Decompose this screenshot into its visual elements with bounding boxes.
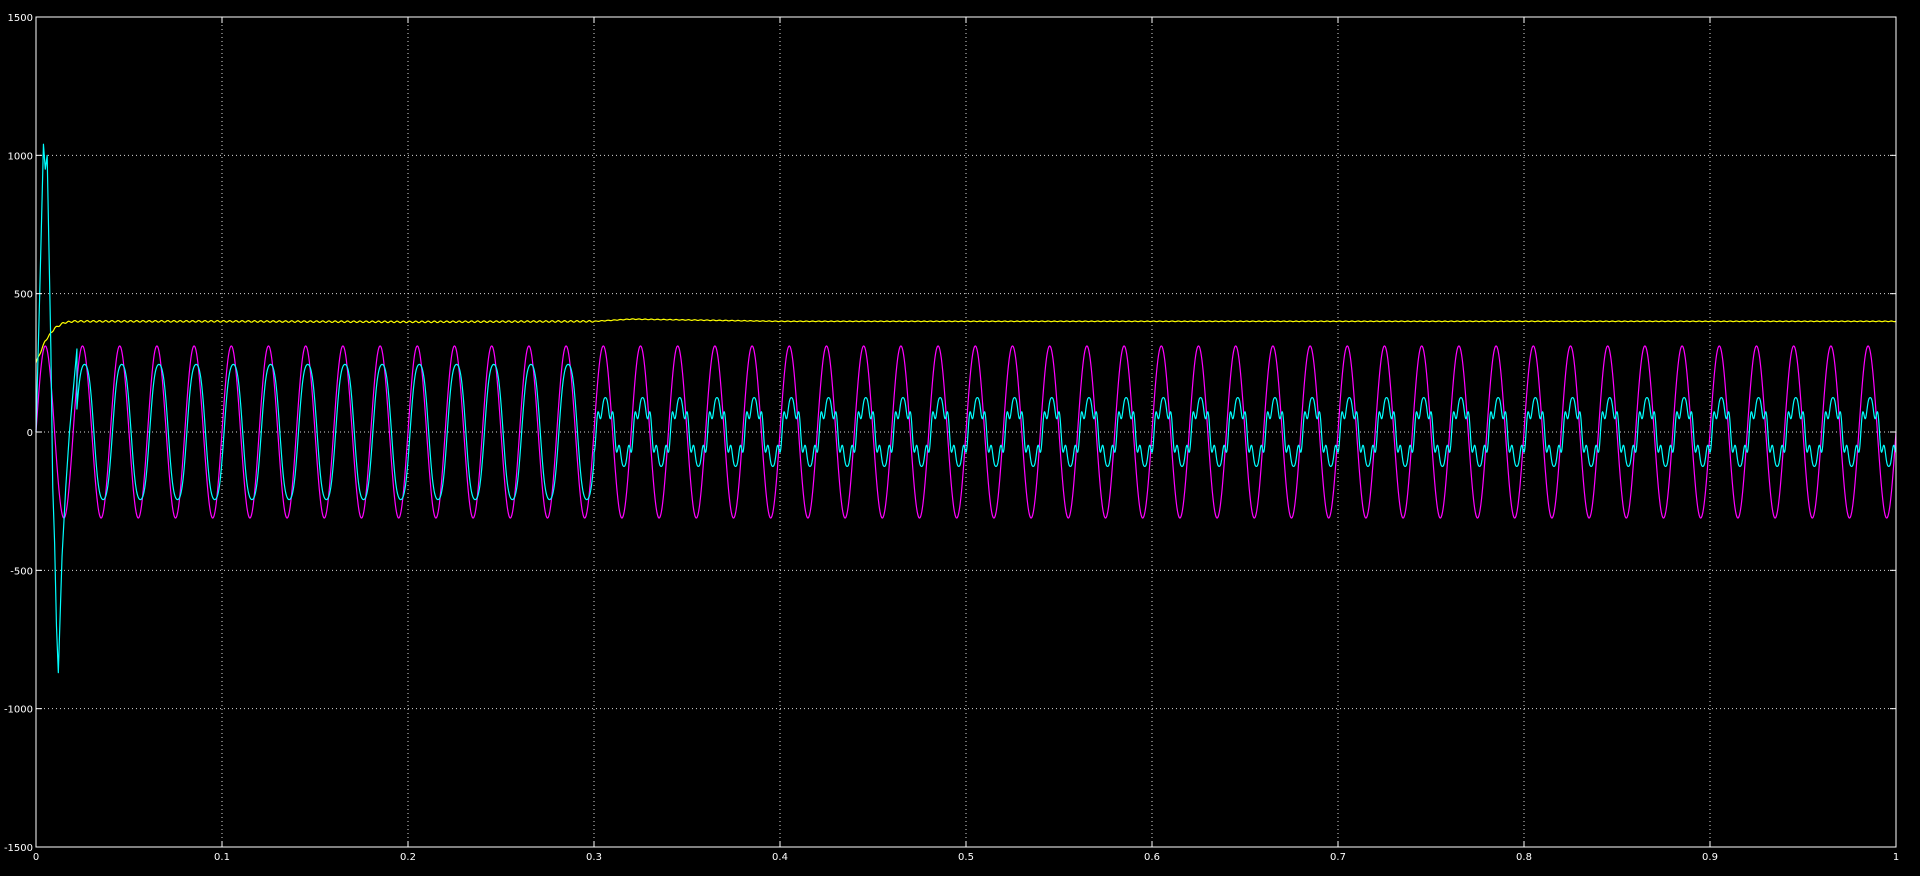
x-tick-label: 0.7 [1330, 852, 1346, 863]
y-tick-label: 0 [27, 428, 33, 439]
x-tick-label: 0 [33, 852, 39, 863]
plot-background [0, 0, 1920, 876]
x-tick-label: 0.2 [400, 852, 416, 863]
y-tick-label: 1000 [8, 151, 33, 162]
y-tick-label: -500 [10, 566, 33, 577]
x-tick-label: 0.9 [1702, 852, 1718, 863]
x-tick-label: 0.1 [214, 852, 230, 863]
y-tick-label: -1000 [4, 705, 33, 716]
x-tick-label: 0.3 [586, 852, 602, 863]
y-tick-label: -1500 [4, 843, 33, 854]
x-tick-label: 0.6 [1144, 852, 1160, 863]
scope-plot: 0 0.1 0.2 0.3 0.4 0.5 0.6 0.7 0.8 0.9 1 -1500 -1000 -… [0, 0, 1920, 876]
y-tick-label: 1500 [8, 13, 33, 24]
x-tick-label: 0.4 [772, 852, 788, 863]
y-tick-label: 500 [14, 290, 33, 301]
x-tick-label: 0.8 [1516, 852, 1532, 863]
x-tick-label: 1 [1893, 852, 1899, 863]
x-tick-label: 0.5 [958, 852, 974, 863]
